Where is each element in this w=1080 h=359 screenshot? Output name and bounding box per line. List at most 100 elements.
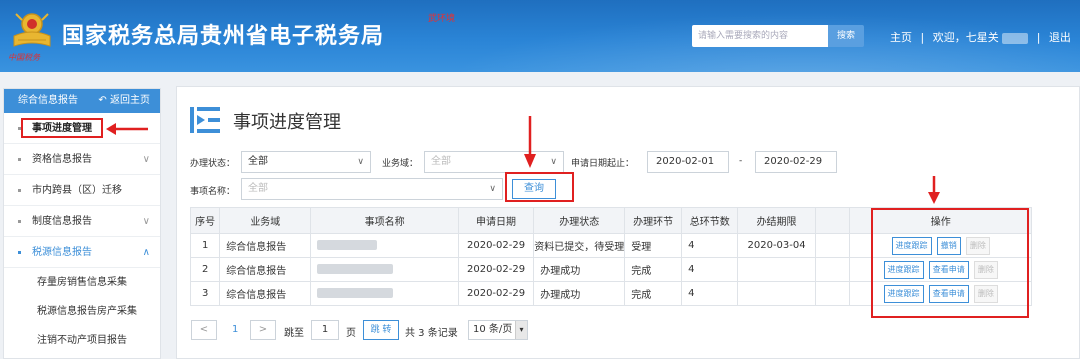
annotation-arrow-down bbox=[524, 116, 536, 168]
row-total-steps: 4 bbox=[681, 257, 739, 282]
next-page-button[interactable]: > bbox=[250, 320, 276, 340]
goto-page-input[interactable]: 1 bbox=[311, 320, 339, 340]
redacted-username bbox=[1002, 32, 1029, 44]
sidebar-item-migration[interactable]: 市内跨县（区）迁移 bbox=[4, 175, 160, 206]
sidebar-item-label: 税源信息报告 bbox=[32, 247, 92, 258]
date-range-label: 申请日期起止： bbox=[571, 159, 635, 169]
list-icon bbox=[190, 107, 220, 133]
jump-button[interactable]: 跳 转 bbox=[363, 320, 399, 340]
top-header: 中国税务 国家税务总局贵州省电子税务局 武环境 搜索 主页 | 欢迎，七星关 |… bbox=[0, 0, 1080, 72]
row-number: 1 bbox=[189, 233, 221, 258]
site-title: 国家税务总局贵州省电子税务局 bbox=[62, 24, 385, 49]
row-total-steps: 4 bbox=[681, 281, 739, 306]
chevron-down-icon: ▾ bbox=[515, 321, 527, 339]
welcome-text: 欢迎，七星关 bbox=[932, 31, 999, 44]
row-date: 2020-02-29 bbox=[457, 233, 535, 258]
current-page[interactable]: 1 bbox=[232, 324, 238, 335]
column-header: 办结期限 bbox=[737, 207, 816, 234]
page-size-select[interactable]: 10 条/页 ▾ bbox=[468, 320, 528, 340]
row-deadline bbox=[737, 257, 816, 282]
sidebar-header: 综合信息报告 ↶ 返回主页 bbox=[4, 89, 160, 113]
row-spacer bbox=[814, 233, 851, 258]
annotation-arrow-left bbox=[106, 123, 148, 135]
bullet-icon bbox=[18, 220, 21, 223]
date-dash: - bbox=[739, 156, 743, 166]
search-button[interactable]: 搜索 bbox=[828, 25, 864, 47]
prev-page-button[interactable]: < bbox=[191, 320, 217, 340]
item-name-label: 事项名称： bbox=[190, 187, 236, 197]
domain-label: 业务域： bbox=[382, 159, 419, 169]
back-home-link[interactable]: ↶ 返回主页 bbox=[98, 89, 150, 113]
query-button[interactable]: 查询 bbox=[512, 179, 556, 199]
column-header bbox=[814, 207, 851, 234]
row-spacer bbox=[814, 281, 851, 306]
domain-select[interactable]: 全部 ∨ bbox=[424, 151, 564, 173]
row-spacer bbox=[814, 257, 851, 282]
annotation-box bbox=[871, 208, 1029, 318]
bullet-icon bbox=[18, 251, 21, 254]
bullet-icon bbox=[18, 158, 21, 161]
search-input[interactable] bbox=[692, 25, 828, 47]
date-to-input[interactable]: 2020-02-29 bbox=[755, 151, 837, 173]
sidebar-item-label: 市内跨县（区）迁移 bbox=[32, 185, 122, 196]
chevron-down-icon: ∨ bbox=[142, 154, 150, 165]
row-deadline bbox=[737, 281, 816, 306]
sidebar-subitem[interactable]: 税源信息报告房产采集 bbox=[4, 297, 160, 326]
row-number: 3 bbox=[189, 281, 221, 306]
column-header: 办理环节 bbox=[624, 207, 683, 234]
row-step: 完成 bbox=[624, 281, 683, 306]
sidebar-title: 综合信息报告 bbox=[18, 95, 78, 106]
row-status: 资料已提交，待受理 bbox=[533, 233, 626, 258]
status-select[interactable]: 全部 ∨ bbox=[241, 151, 371, 173]
chevron-up-icon: ∧ bbox=[142, 247, 150, 258]
annotation-box bbox=[21, 118, 103, 138]
column-header: 总环节数 bbox=[681, 207, 739, 234]
top-nav: 主页 | 欢迎，七星关 | 退出 bbox=[890, 29, 1071, 45]
goto-label: 跳至 bbox=[284, 328, 304, 339]
row-step: 受理 bbox=[624, 233, 683, 258]
sidebar-item-label: 制度信息报告 bbox=[32, 216, 92, 227]
row-number: 2 bbox=[189, 257, 221, 282]
status-label: 办理状态： bbox=[190, 159, 236, 169]
sidebar-item-tax-source[interactable]: 税源信息报告 ∧ bbox=[4, 237, 160, 268]
nav-separator: | bbox=[920, 31, 925, 44]
column-header: 办理状态 bbox=[533, 207, 626, 234]
row-date: 2020-02-29 bbox=[457, 257, 535, 282]
bullet-icon bbox=[18, 189, 21, 192]
redacted-text bbox=[317, 240, 378, 250]
column-header: 事项名称 bbox=[310, 207, 459, 234]
row-domain: 综合信息报告 bbox=[219, 233, 312, 258]
row-domain: 综合信息报告 bbox=[219, 257, 312, 282]
page-title: 事项进度管理 bbox=[233, 112, 341, 133]
row-item-name bbox=[310, 233, 459, 258]
sidebar-subitem[interactable]: 存量房销售信息采集 bbox=[4, 268, 160, 297]
sidebar-item-system[interactable]: 制度信息报告 ∨ bbox=[4, 206, 160, 237]
nav-separator: | bbox=[1036, 31, 1041, 44]
emblem-text: 中国税务 bbox=[8, 53, 40, 62]
row-total-steps: 4 bbox=[681, 233, 739, 258]
item-name-select[interactable]: 全部 ∨ bbox=[241, 178, 503, 200]
total-records: 共 3 条记录 bbox=[405, 328, 458, 339]
undo-arrow-icon: ↶ bbox=[98, 95, 107, 106]
sidebar-item-label: 资格信息报告 bbox=[32, 154, 92, 165]
chevron-down-icon: ∨ bbox=[357, 157, 364, 167]
row-item-name bbox=[310, 257, 459, 282]
row-domain: 综合信息报告 bbox=[219, 281, 312, 306]
sidebar-subitem[interactable]: 注销不动产项目报告 bbox=[4, 326, 160, 355]
redacted-text bbox=[317, 288, 394, 298]
row-date: 2020-02-29 bbox=[457, 281, 535, 306]
row-status: 办理成功 bbox=[533, 281, 626, 306]
chevron-down-icon: ∨ bbox=[489, 184, 496, 194]
logout-link[interactable]: 退出 bbox=[1049, 29, 1071, 45]
chevron-down-icon: ∨ bbox=[550, 157, 557, 167]
column-header: 业务域 bbox=[219, 207, 312, 234]
column-header: 序号 bbox=[189, 207, 221, 234]
row-deadline: 2020-03-04 bbox=[737, 233, 816, 258]
column-header: 申请日期 bbox=[457, 207, 535, 234]
row-step: 完成 bbox=[624, 257, 683, 282]
environment-tag: 武环境 bbox=[428, 14, 456, 24]
row-item-name bbox=[310, 281, 459, 306]
home-link[interactable]: 主页 bbox=[890, 29, 912, 45]
date-from-input[interactable]: 2020-02-01 bbox=[647, 151, 729, 173]
sidebar-item-qualification[interactable]: 资格信息报告 ∨ bbox=[4, 144, 160, 175]
